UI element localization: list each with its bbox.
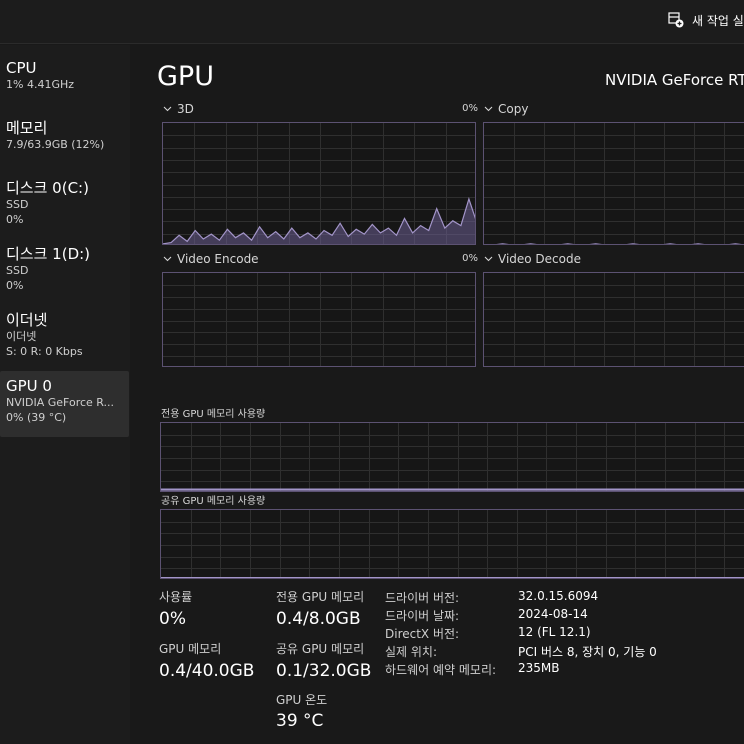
driver-version-label: 드라이버 버전: — [385, 591, 460, 605]
run-new-task-label: 새 작업 실행 — [692, 13, 744, 28]
hardware-reserved-memory-value: 235MB — [518, 661, 560, 675]
sidebar-item-detail: 0% (39 °C) — [6, 411, 67, 424]
graph-max-percent: 0% — [462, 103, 478, 114]
graph-dedicated-memory — [160, 422, 744, 492]
sidebar-item-detail: SSD — [6, 198, 29, 211]
sidebar-item-detail: 이더넷 — [6, 330, 37, 343]
gpu-detail-panel: GPU NVIDIA GeForce RTX 4060 3D 0% Copy V… — [130, 45, 744, 744]
graph-title: Copy — [498, 102, 529, 116]
dedicated-memory-label: 전용 GPU 메모리 — [276, 590, 365, 604]
dedicated-memory-graph-title: 전용 GPU 메모리 사용량 — [161, 409, 266, 420]
usage-area — [501, 243, 737, 244]
directx-version-value: 12 (FL 12.1) — [518, 625, 591, 639]
sidebar-item-gpu-0[interactable]: GPU 0 NVIDIA GeForce R... 0% (39 °C) — [0, 371, 129, 437]
sidebar-item-memory[interactable]: 메모리 7.9/63.9GB (12%) — [0, 119, 129, 152]
engine-selector-video-encode[interactable]: Video Encode — [163, 252, 259, 266]
chevron-down-icon — [163, 106, 172, 112]
shared-memory-label: 공유 GPU 메모리 — [276, 642, 365, 656]
graph-video-encode-canvas — [163, 273, 475, 366]
graph-title: Video Decode — [498, 252, 581, 266]
sidebar-item-ethernet[interactable]: 이더넷 이더넷 S: 0 R: 0 Kbps — [0, 311, 129, 359]
sidebar-item-cpu[interactable]: CPU 1% 4.41GHz — [0, 59, 129, 92]
physical-location-value: PCI 버스 8, 장치 0, 기능 0 — [518, 645, 657, 659]
graph-max-percent: 0% — [462, 253, 478, 264]
sidebar-item-title: 디스크 1(D:) — [6, 245, 91, 263]
graph-video-decode-canvas — [484, 273, 744, 366]
graph-dedicated-memory-canvas — [161, 423, 744, 491]
performance-sidebar: CPU 1% 4.41GHz 메모리 7.9/63.9GB (12%) 디스크 … — [0, 45, 130, 744]
gpu-memory-label: GPU 메모리 — [159, 642, 222, 656]
graph-copy-canvas — [484, 123, 744, 244]
page-title: GPU — [157, 61, 214, 92]
gpu-temperature-label: GPU 온도 — [276, 693, 328, 707]
sidebar-item-title: CPU — [6, 59, 37, 77]
usage-label: 사용률 — [159, 590, 193, 604]
directx-version-label: DirectX 버전: — [385, 627, 460, 641]
sidebar-item-detail: 7.9/63.9GB (12%) — [6, 138, 105, 151]
graph-video-encode — [162, 272, 476, 367]
engine-selector-3d[interactable]: 3D — [163, 102, 194, 116]
sidebar-item-detail: NVIDIA GeForce R... — [6, 396, 115, 409]
sidebar-item-detail: SSD — [6, 264, 29, 277]
graph-title: 3D — [177, 102, 194, 116]
sidebar-item-detail: 0% — [6, 213, 24, 226]
gpu-memory-value: 0.4/40.0GB — [159, 661, 255, 681]
chevron-down-icon — [484, 106, 493, 112]
dedicated-memory-value: 0.4/8.0GB — [276, 609, 361, 629]
sidebar-item-detail: 1% 4.41GHz — [6, 78, 75, 91]
sidebar-item-title: GPU 0 — [6, 377, 52, 395]
graph-shared-memory-canvas — [161, 510, 744, 579]
sidebar-item-title: 이더넷 — [6, 311, 48, 329]
shared-memory-graph-title: 공유 GPU 메모리 사용량 — [161, 496, 266, 507]
usage-line — [496, 243, 742, 244]
sidebar-item-title: 메모리 — [6, 119, 48, 137]
memory-fill — [161, 578, 744, 579]
new-task-icon — [668, 12, 684, 28]
physical-location-label: 실제 위치: — [385, 645, 438, 659]
graph-3d — [162, 122, 476, 245]
graph-title: Video Encode — [177, 252, 259, 266]
sidebar-item-title: 디스크 0(C:) — [6, 179, 89, 197]
hardware-reserved-memory-label: 하드웨어 예약 메모리: — [385, 663, 497, 677]
driver-date-value: 2024-08-14 — [518, 607, 588, 621]
graph-copy — [483, 122, 744, 245]
sidebar-item-detail: S: 0 R: 0 Kbps — [6, 345, 83, 358]
usage-value: 0% — [159, 609, 186, 629]
driver-date-label: 드라이버 날짜: — [385, 609, 460, 623]
run-new-task-button[interactable]: 새 작업 실행 — [668, 10, 744, 30]
sidebar-item-detail: 0% — [6, 279, 24, 292]
driver-version-value: 32.0.15.6094 — [518, 589, 599, 603]
title-bar: 새 작업 실행 — [0, 0, 744, 44]
gpu-device-name: NVIDIA GeForce RTX 4060 — [605, 71, 744, 89]
engine-selector-video-decode[interactable]: Video Decode — [484, 252, 581, 266]
graph-3d-canvas — [163, 123, 475, 244]
sidebar-item-disk-0[interactable]: 디스크 0(C:) SSD 0% — [0, 179, 129, 227]
gpu-temperature-value: 39 °C — [276, 711, 324, 731]
graph-shared-memory — [160, 509, 744, 579]
chevron-down-icon — [484, 256, 493, 262]
sidebar-item-disk-1[interactable]: 디스크 1(D:) SSD 0% — [0, 245, 129, 293]
graph-video-decode — [483, 272, 744, 367]
chevron-down-icon — [163, 256, 172, 262]
engine-selector-copy[interactable]: Copy — [484, 102, 528, 116]
shared-memory-value: 0.1/32.0GB — [276, 661, 372, 681]
